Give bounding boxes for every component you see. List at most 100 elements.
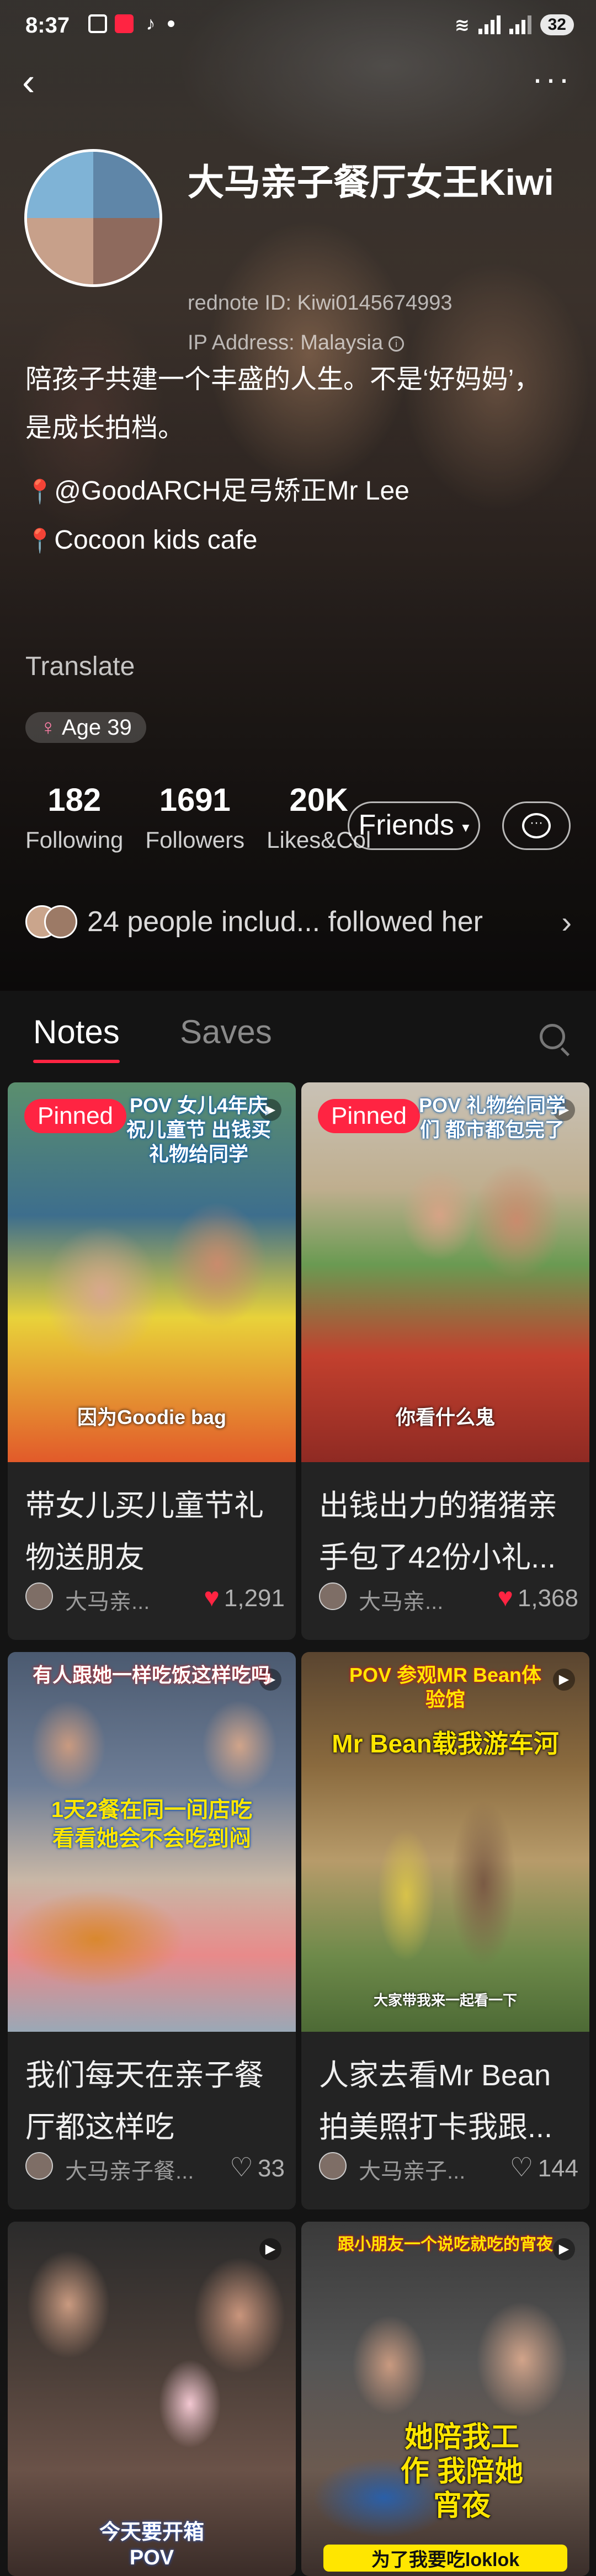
mutual-followers-text: 24 people includ... followed her (87, 906, 483, 938)
following-count: 182 (47, 782, 102, 818)
ip-address-text: IP Address: Malaysia (188, 331, 384, 354)
bio-mention[interactable]: 📍@GoodARCH足弓矫正Mr Lee (25, 467, 572, 516)
location-pin-icon: 📍 (25, 528, 55, 554)
message-button[interactable]: ··· (502, 801, 571, 850)
caret-down-icon: ▾ (462, 819, 470, 836)
note-card[interactable]: Pinned ▶ POV 礼物给同学们 都市都包完了 你看什么鬼 出钱出力的猪猪… (301, 1082, 589, 1640)
profile-tabs: Notes Saves (0, 991, 596, 1074)
like-button[interactable]: ♥ 1,368 (497, 1582, 578, 1613)
note-title: 出钱出力的猪猪亲手包了42份小礼... (319, 1489, 557, 1574)
screen-record-icon (88, 14, 107, 33)
note-overlay-top: POV 参观MR Bean体验馆 (349, 1664, 542, 1711)
like-button[interactable]: ♥ 1,291 (204, 1582, 285, 1613)
note-thumbnail: Pinned ▶ POV 礼物给同学们 都市都包完了 你看什么鬼 (301, 1082, 589, 1462)
note-card[interactable]: ▶ 今天要开箱 POV (8, 2222, 296, 2576)
bio: 陪孩子共建一个丰盛的人生。不是‘好妈妈’， 是成长拍档。 📍@GoodARCH足… (25, 355, 572, 565)
bio-line: 是成长拍档。 (25, 413, 185, 443)
note-overlay-bottom: 大家带我来一起看一下 (373, 1992, 517, 2009)
avatar-photo-3 (27, 218, 93, 284)
profile-name: 大马亲子餐厅女王Kiwi (188, 162, 554, 203)
bio-line (25, 453, 572, 467)
followers-label: Followers (145, 827, 245, 853)
friends-button[interactable]: Friends ▾ (348, 801, 480, 850)
status-system-icons: ≋ 32 (455, 14, 574, 35)
note-meta: 大马亲... ♥ 1,291 (25, 1579, 285, 1614)
note-overlay-mid: 她陪我工作 我陪她宵夜 (400, 2421, 524, 2522)
author-avatar (319, 2152, 347, 2180)
bio-location: 📍Cocoon kids cafe (25, 516, 572, 565)
note-overlay-top: 有人跟她一样吃饭这样吃吗 (32, 1664, 271, 1686)
tiktok-icon: ♪ (146, 13, 156, 34)
profile-stats: 182 Following 1691 Followers 20K Likes&C… (25, 778, 371, 858)
note-overlay-bottom: 你看什么鬼 (395, 1406, 495, 1428)
note-overlay-mid: Mr Bean载我游车河 (332, 1729, 559, 1758)
note-card[interactable]: ▶ POV 参观MR Bean体验馆 Mr Bean载我游车河 大家带我来一起看… (301, 1652, 589, 2209)
info-icon[interactable]: i (389, 336, 405, 352)
notification-dot-icon (168, 20, 174, 27)
translate-link[interactable]: Translate (25, 651, 135, 682)
note-overlay-bottom: 因为Goodie bag (77, 1406, 226, 1428)
note-overlay-mid: 1天2餐在同一间店吃 看看她会不会吃到闷 (51, 1798, 253, 1851)
followers-stat[interactable]: 1691 Followers (145, 778, 244, 858)
note-title: 人家去看Mr Bean拍美照打卡我跟... (319, 2059, 553, 2144)
signal-icon-2 (509, 15, 531, 34)
avatar[interactable] (24, 149, 162, 287)
note-card[interactable]: Pinned ▶ POV 女儿4年庆祝儿童节 出钱买礼物给同学 因为Goodie… (8, 1082, 296, 1640)
heart-icon: ♥ (497, 1583, 513, 1612)
note-card[interactable]: ▶ 有人跟她一样吃饭这样吃吗 1天2餐在同一间店吃 看看她会不会吃到闷 我们每天… (8, 1652, 296, 2209)
author-avatar (319, 1582, 347, 1610)
avatar-photo-2 (93, 152, 159, 218)
red-id[interactable]: rednote ID: Kiwi0145674993 (188, 291, 453, 315)
note-overlay-top: POV 女儿4年庆祝儿童节 出钱买礼物给同学 (126, 1094, 271, 1165)
age-badge: ♀ Age 39 (25, 712, 146, 743)
mutual-followers-row[interactable]: 24 people includ... followed her › (25, 900, 572, 944)
friends-label: Friends (358, 809, 454, 841)
notes-grid: Pinned ▶ POV 女儿4年庆祝儿童节 出钱买礼物给同学 因为Goodie… (0, 1074, 596, 2576)
female-icon: ♀ (40, 715, 56, 740)
signal-icon (478, 15, 501, 34)
like-button[interactable]: ♡ 144 (510, 2152, 578, 2183)
more-options-button[interactable]: ··· (532, 60, 572, 98)
avatar-photo-4 (93, 218, 159, 284)
status-bar: 8:37 ♪ ≋ 32 (0, 0, 596, 55)
heart-outline-icon: ♡ (230, 2153, 254, 2182)
author-avatar (25, 1582, 53, 1610)
note-overlay-bottom: 为了我要吃loklok (323, 2545, 567, 2572)
like-count: 144 (538, 2155, 578, 2182)
note-overlay-top: 跟小朋友一个说吃就吃的宵夜 (338, 2235, 553, 2254)
like-button[interactable]: ♡ 33 (230, 2152, 285, 2183)
note-overlay-bottom: 今天要开箱 POV (99, 2521, 204, 2569)
note-author: 大马亲... (65, 1590, 150, 1614)
like-count: 1,368 (517, 1585, 578, 1612)
status-time: 8:37 (25, 13, 70, 38)
profile-header: 8:37 ♪ ≋ 32 ‹ ··· 大马亲子餐厅女王Kiwi rednote I… (0, 0, 596, 991)
note-thumbnail: ▶ 有人跟她一样吃饭这样吃吗 1天2餐在同一间店吃 看看她会不会吃到闷 (8, 1652, 296, 2032)
author-avatar (25, 2152, 53, 2180)
note-card[interactable]: ▶ 跟小朋友一个说吃就吃的宵夜 她陪我工作 我陪她宵夜 为了我要吃loklok (301, 2222, 589, 2576)
note-meta: 大马亲子... ♡ 144 (319, 2149, 578, 2184)
bio-mention-text[interactable]: @GoodARCH足弓矫正Mr Lee (54, 476, 409, 506)
note-author: 大马亲子... (359, 2159, 466, 2184)
location-pin-icon: 📍 (25, 479, 55, 504)
note-overlay-top: POV 礼物给同学们 都市都包完了 (418, 1094, 566, 1141)
chevron-right-icon: › (561, 904, 572, 939)
age-text: Age 39 (62, 715, 132, 740)
followers-count: 1691 (159, 782, 231, 818)
following-label: Following (25, 827, 124, 853)
tab-saves[interactable]: Saves (180, 1013, 272, 1051)
search-icon[interactable] (540, 1024, 565, 1049)
video-play-icon: ▶ (259, 2238, 281, 2260)
heart-outline-icon: ♡ (509, 2153, 534, 2182)
note-meta: 大马亲子餐... ♡ 33 (25, 2149, 285, 2184)
status-notification-icons: ♪ (88, 14, 174, 33)
note-title: 我们每天在亲子餐厅都这样吃 (25, 2059, 264, 2144)
back-button[interactable]: ‹ (22, 62, 55, 104)
note-author: 大马亲子餐... (65, 2159, 194, 2184)
note-meta: 大马亲... ♥ 1,368 (319, 1579, 578, 1614)
rednote-app-icon (115, 14, 134, 33)
bio-location-text: Cocoon kids cafe (54, 525, 258, 555)
wifi-icon: ≋ (454, 15, 470, 35)
tab-notes[interactable]: Notes (33, 1013, 120, 1063)
note-author: 大马亲... (359, 1590, 444, 1614)
following-stat[interactable]: 182 Following (25, 778, 123, 858)
